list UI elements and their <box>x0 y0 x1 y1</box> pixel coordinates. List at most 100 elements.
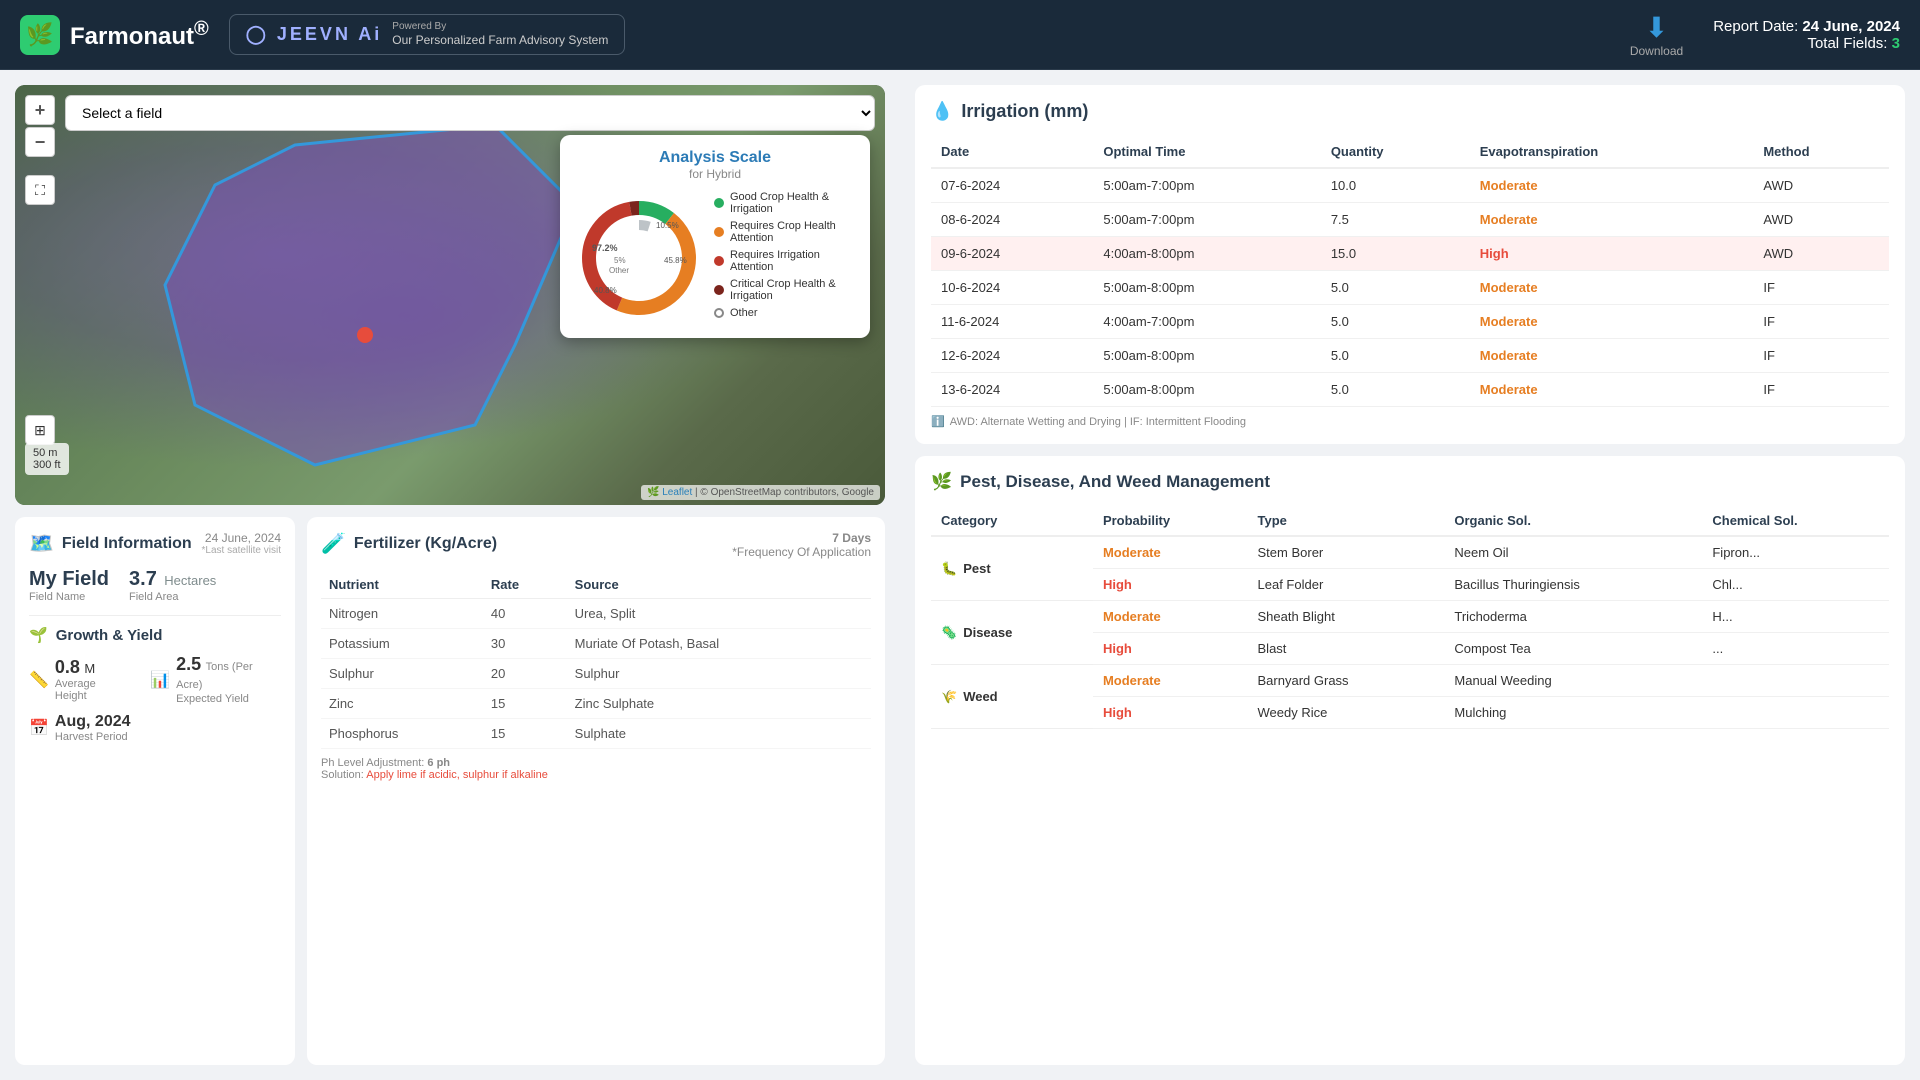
fert-rate: 30 <box>483 629 567 659</box>
legend-good: Good Crop Health & Irrigation <box>714 191 856 215</box>
irr-evap: Moderate <box>1470 271 1754 305</box>
svg-text:10.5%: 10.5% <box>656 221 679 230</box>
irr-evap: Moderate <box>1470 168 1754 203</box>
pest-prob: Moderate <box>1093 601 1248 633</box>
yield-stat: 📊 2.5 Tons (Per Acre) Expected Yield <box>150 654 281 705</box>
map-field-select-wrapper: Select a field <box>65 95 875 131</box>
svg-text:5%: 5% <box>614 256 626 265</box>
irr-date: 07-6-2024 <box>931 168 1093 203</box>
map-container[interactable]: + − ⛶ ⊞ Select a field 50 m 300 ft <box>15 85 885 505</box>
harvest-row: 📅 Aug, 2024 Harvest Period <box>29 713 281 743</box>
svg-text:97.2%: 97.2% <box>592 243 618 253</box>
irr-date: 13-6-2024 <box>931 373 1093 407</box>
field-info-panel: 🗺️ Field Information 24 June, 2024 *Last… <box>15 517 295 1065</box>
growth-header: 🌱 Growth & Yield <box>29 626 281 644</box>
growth-stats: 📏 0.8 M Average Height 📊 <box>29 654 281 705</box>
fert-source: Sulphur <box>567 659 871 689</box>
irrigation-note: ℹ️ AWD: Alternate Wetting and Drying | I… <box>931 415 1889 428</box>
irrigation-table: Date Optimal Time Quantity Evapotranspir… <box>931 136 1889 407</box>
section-divider <box>29 615 281 616</box>
pest-chemical: Fipron... <box>1702 536 1889 569</box>
fertilizer-thead: Nutrient Rate Source <box>321 571 871 599</box>
th-probability: Probability <box>1093 506 1248 536</box>
field-select[interactable]: Select a field <box>65 95 875 131</box>
pest-type: Blast <box>1248 633 1445 665</box>
irr-date: 12-6-2024 <box>931 339 1093 373</box>
pest-chemical <box>1702 697 1889 729</box>
irrigation-icon: 💧 <box>931 101 953 122</box>
analysis-scale-subtitle: for Hybrid <box>574 167 856 181</box>
logo-text: Farmonaut® <box>70 18 209 51</box>
pest-chemical: ... <box>1702 633 1889 665</box>
pest-tbody: 🐛 Pest Moderate Stem Borer Neem Oil Fipr… <box>931 536 1889 729</box>
pest-organic: Bacillus Thuringiensis <box>1444 569 1702 601</box>
irr-evap: High <box>1470 237 1754 271</box>
jeevn-logo: ◯ JEEVN Ai <box>246 24 383 45</box>
map-scale: 50 m 300 ft <box>25 443 69 475</box>
pest-panel: 🌿 Pest, Disease, And Weed Management Cat… <box>915 456 1905 1065</box>
fert-rate: 15 <box>483 719 567 749</box>
download-icon: ⬇ <box>1645 11 1668 44</box>
table-row: 🌾 Weed Moderate Barnyard Grass Manual We… <box>931 665 1889 697</box>
legend-dot-critical <box>714 285 724 295</box>
irr-method: AWD <box>1753 168 1889 203</box>
cat-icon: 🦠 <box>941 625 957 641</box>
irr-method: IF <box>1753 373 1889 407</box>
table-row: 08-6-2024 5:00am-7:00pm 7.5 Moderate AWD <box>931 203 1889 237</box>
irr-time: 4:00am-8:00pm <box>1093 237 1320 271</box>
irr-date: 10-6-2024 <box>931 271 1093 305</box>
fertilizer-table: Nutrient Rate Source Nitrogen 40 Urea, S… <box>321 571 871 749</box>
pest-organic: Compost Tea <box>1444 633 1702 665</box>
legend-dot-good <box>714 198 724 208</box>
pest-chemical <box>1702 665 1889 697</box>
fert-rate: 20 <box>483 659 567 689</box>
legend-dot-crop <box>714 227 724 237</box>
pest-prob: High <box>1093 633 1248 665</box>
pest-prob: High <box>1093 569 1248 601</box>
fullscreen-button[interactable]: ⛶ <box>25 175 55 205</box>
th-date: Date <box>931 136 1093 168</box>
irr-evap: Moderate <box>1470 203 1754 237</box>
fertilizer-title: 🧪 Fertilizer (Kg/Acre) <box>321 531 497 556</box>
analysis-scale-popup: Analysis Scale for Hybrid <box>560 135 870 338</box>
yield-icon: 📊 <box>150 670 170 690</box>
irr-time: 5:00am-8:00pm <box>1093 373 1320 407</box>
th-rate: Rate <box>483 571 567 599</box>
farmonaut-logo-icon: 🌿 <box>20 15 60 55</box>
th-nutrient: Nutrient <box>321 571 483 599</box>
layers-button[interactable]: ⊞ <box>25 415 55 445</box>
table-row: Zinc 15 Zinc Sulphate <box>321 689 871 719</box>
irrigation-header-row: Date Optimal Time Quantity Evapotranspir… <box>931 136 1889 168</box>
left-panel: + − ⛶ ⊞ Select a field 50 m 300 ft <box>0 70 900 1080</box>
irr-date: 08-6-2024 <box>931 203 1093 237</box>
legend-irrigation-attention: Requires Irrigation Attention <box>714 249 856 273</box>
cat-icon: 🌾 <box>941 689 957 705</box>
legend-critical: Critical Crop Health & Irrigation <box>714 278 856 302</box>
pest-type: Sheath Blight <box>1248 601 1445 633</box>
pest-prob: High <box>1093 697 1248 729</box>
zoom-in-button[interactable]: + <box>25 95 55 125</box>
table-row: Phosphorus 15 Sulphate <box>321 719 871 749</box>
header: 🌿 Farmonaut® ◯ JEEVN Ai Powered By Our P… <box>0 0 1920 70</box>
field-stats: My Field Field Name 3.7 Hectares Field A… <box>29 568 281 603</box>
th-type: Type <box>1248 506 1445 536</box>
irr-qty: 10.0 <box>1321 168 1470 203</box>
map-controls: + − <box>25 95 55 157</box>
fert-rate: 40 <box>483 599 567 629</box>
irrigation-tbody: 07-6-2024 5:00am-7:00pm 10.0 Moderate AW… <box>931 168 1889 407</box>
pest-organic: Neem Oil <box>1444 536 1702 569</box>
growth-icon: 🌱 <box>29 626 48 644</box>
pest-type: Weedy Rice <box>1248 697 1445 729</box>
irr-evap: Moderate <box>1470 305 1754 339</box>
zoom-out-button[interactable]: − <box>25 127 55 157</box>
fert-source: Urea, Split <box>567 599 871 629</box>
irrigation-title: 💧 Irrigation (mm) <box>931 101 1889 122</box>
frequency-label: 7 Days *Frequency Of Application <box>732 531 871 559</box>
fert-source: Zinc Sulphate <box>567 689 871 719</box>
analysis-scale-title: Analysis Scale <box>574 149 856 167</box>
table-row: 07-6-2024 5:00am-7:00pm 10.0 Moderate AW… <box>931 168 1889 203</box>
download-button[interactable]: ⬇ Download <box>1630 11 1683 58</box>
pest-thead: Category Probability Type Organic Sol. C… <box>931 506 1889 536</box>
pest-chemical: H... <box>1702 601 1889 633</box>
analysis-chart-area: 97.2% 10.5% 45.8% 40.8% 5% Other <box>574 191 856 324</box>
